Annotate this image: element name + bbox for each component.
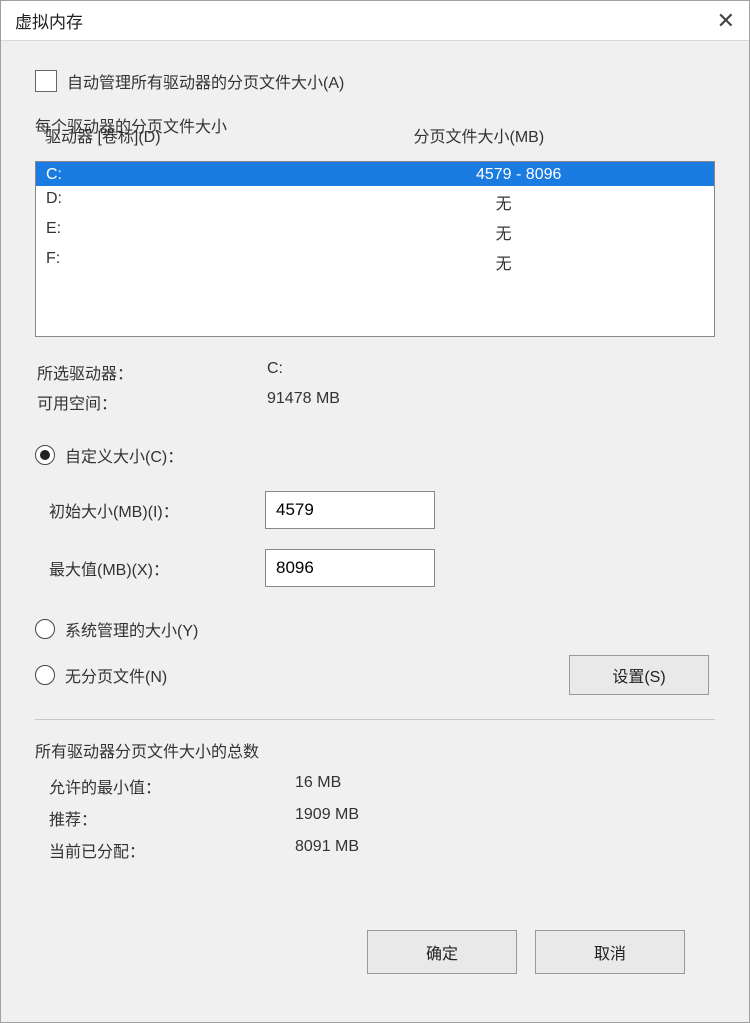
- drive-name: E:: [46, 220, 413, 244]
- available-space-value: 91478 MB: [267, 390, 713, 414]
- selected-drive-info: 所选驱动器： C: 可用空间： 91478 MB: [35, 353, 715, 421]
- available-space-label: 可用空间：: [37, 390, 267, 414]
- system-managed-label: 系统管理的大小(Y): [65, 617, 198, 641]
- column-size: 分页文件大小(MB): [414, 123, 716, 147]
- initial-size-label: 初始大小(MB)(I)：: [49, 498, 265, 522]
- max-size-label: 最大值(MB)(X)：: [49, 556, 265, 580]
- close-icon[interactable]: ✕: [695, 8, 735, 34]
- custom-size-label: 自定义大小(C)：: [65, 443, 183, 467]
- drive-paging-size: 无: [413, 190, 714, 214]
- dialog-content: 自动管理所有驱动器的分页文件大小(A) 每个驱动器的分页文件大小 驱动器 [卷标…: [1, 41, 749, 1022]
- divider: [35, 719, 715, 720]
- dialog-buttons: 确定 取消: [35, 912, 715, 998]
- drive-paging-size: 无: [413, 250, 714, 274]
- drive-name: C:: [46, 166, 413, 184]
- drive-name: F:: [46, 250, 413, 274]
- system-managed-option[interactable]: 系统管理的大小(Y): [35, 609, 715, 649]
- auto-manage-label: 自动管理所有驱动器的分页文件大小(A): [67, 69, 344, 93]
- recommended-label: 推荐：: [49, 806, 295, 830]
- window-title: 虚拟内存: [15, 8, 83, 33]
- drive-row[interactable]: D:无: [36, 186, 714, 216]
- drive-row[interactable]: C:4579 - 8096: [36, 162, 714, 186]
- cancel-button[interactable]: 取消: [535, 930, 685, 974]
- drive-list[interactable]: C:4579 - 8096D:无E:无F:无: [35, 161, 715, 337]
- radio-custom-size[interactable]: [35, 445, 55, 465]
- virtual-memory-dialog: 虚拟内存 ✕ 自动管理所有驱动器的分页文件大小(A) 每个驱动器的分页文件大小 …: [0, 0, 750, 1023]
- auto-manage-checkbox[interactable]: [35, 70, 57, 92]
- initial-size-input[interactable]: [265, 491, 435, 529]
- set-button[interactable]: 设置(S): [569, 655, 709, 695]
- totals-section: 所有驱动器分页文件大小的总数 允许的最小值： 16 MB 推荐： 1909 MB…: [35, 738, 715, 866]
- radio-system-managed[interactable]: [35, 619, 55, 639]
- radio-no-paging[interactable]: [35, 665, 55, 685]
- max-size-input[interactable]: [265, 549, 435, 587]
- no-paging-label: 无分页文件(N): [65, 663, 167, 687]
- drive-list-header: 驱动器 [卷标](D) 分页文件大小(MB): [35, 123, 715, 151]
- titlebar: 虚拟内存 ✕: [1, 1, 749, 41]
- no-paging-option[interactable]: 无分页文件(N): [35, 655, 569, 695]
- drive-paging-size: 无: [413, 220, 714, 244]
- selected-drive-label: 所选驱动器：: [37, 360, 267, 384]
- auto-manage-row[interactable]: 自动管理所有驱动器的分页文件大小(A): [35, 69, 715, 93]
- recommended-value: 1909 MB: [295, 806, 713, 830]
- custom-size-option[interactable]: 自定义大小(C)：: [35, 435, 715, 475]
- ok-button[interactable]: 确定: [367, 930, 517, 974]
- drive-row[interactable]: E:无: [36, 216, 714, 246]
- min-allowed-value: 16 MB: [295, 774, 713, 798]
- custom-size-inputs: 初始大小(MB)(I)： 最大值(MB)(X)：: [35, 481, 715, 597]
- drive-row[interactable]: F:无: [36, 246, 714, 276]
- min-allowed-label: 允许的最小值：: [49, 774, 295, 798]
- drive-paging-size: 4579 - 8096: [413, 166, 714, 184]
- selected-drive-value: C:: [267, 360, 713, 384]
- totals-title: 所有驱动器分页文件大小的总数: [35, 738, 715, 762]
- drive-name: D:: [46, 190, 413, 214]
- column-drive: 驱动器 [卷标](D): [45, 123, 414, 147]
- current-allocated-value: 8091 MB: [295, 838, 713, 862]
- current-allocated-label: 当前已分配：: [49, 838, 295, 862]
